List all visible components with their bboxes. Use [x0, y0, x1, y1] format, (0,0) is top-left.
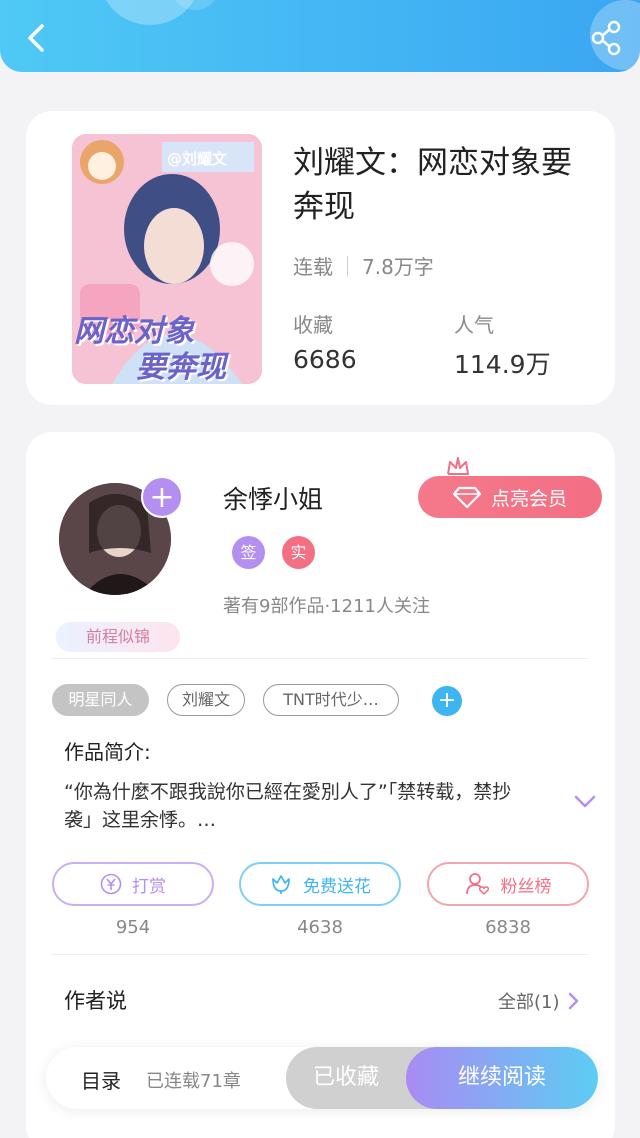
- verified-badge: 实: [282, 536, 315, 569]
- cover-title-line2: 要奔现: [136, 350, 226, 384]
- character-tag[interactable]: 刘耀文: [167, 684, 245, 716]
- popularity-value: 114.9万: [454, 350, 551, 379]
- author-name[interactable]: 余悸小姐: [223, 480, 323, 516]
- fans-icon: [465, 873, 489, 896]
- fans-count: 6838: [485, 917, 531, 938]
- flower-count: 4638: [297, 917, 343, 938]
- intro-label: 作品简介:: [64, 740, 151, 764]
- genre-tag[interactable]: 明星同人: [52, 684, 149, 716]
- fans-rank-label: 粉丝榜: [500, 876, 552, 897]
- send-flower-label: 免费送花: [303, 876, 371, 897]
- vip-button-label: 点亮会员: [490, 487, 567, 510]
- chapter-count: 已连载71章: [146, 1071, 241, 1092]
- diamond-icon: [452, 486, 481, 508]
- reward-label: 打赏: [132, 876, 166, 897]
- collected-label: 已收藏: [312, 1065, 379, 1090]
- share-button[interactable]: [590, 20, 622, 56]
- author-stats: 著有9部作品·1211人关注: [223, 596, 430, 617]
- add-tag-button[interactable]: +: [432, 686, 462, 716]
- chevron-down-icon[interactable]: [573, 794, 597, 810]
- author-card: + 余悸小姐 签 实 著有9部作品·1211人关注 点亮会员 前程似锦 明星同人…: [26, 432, 615, 1138]
- collect-value: 6686: [293, 345, 357, 374]
- author-says-all-label: 全部(1): [498, 992, 560, 1013]
- book-meta: 连载 7.8万字: [293, 251, 434, 280]
- honor-tag: 前程似锦: [56, 622, 180, 652]
- toc-button[interactable]: 目录: [81, 1065, 121, 1094]
- reward-count: 954: [115, 917, 151, 938]
- send-flower-button[interactable]: 免费送花: [239, 862, 401, 906]
- flower-icon: [272, 875, 290, 894]
- word-count: 7.8万字: [362, 255, 434, 279]
- popularity-label: 人气: [454, 313, 494, 337]
- cover-watermark: @刘耀文: [167, 150, 228, 168]
- fans-rank-button[interactable]: 粉丝榜: [427, 862, 589, 906]
- collect-label: 收藏: [293, 313, 333, 337]
- reward-button[interactable]: 打赏: [52, 862, 214, 906]
- signed-badge: 签: [232, 536, 265, 569]
- yuan-icon: [100, 873, 122, 895]
- back-button[interactable]: [18, 20, 54, 56]
- chevron-left-icon: [28, 24, 44, 52]
- bottom-action-bar: 目录 已连载71章 已收藏 继续阅读: [46, 1047, 598, 1109]
- author-says-title: 作者说: [64, 989, 127, 1013]
- serial-status: 连载: [293, 255, 333, 279]
- crown-icon: [447, 457, 469, 475]
- chevron-right-icon: [568, 992, 578, 1010]
- intro-text: “你為什麼不跟我說你已經在愛別人了”「禁转载，禁抄袭」这里余悸。…: [64, 781, 512, 831]
- divider: [52, 954, 589, 955]
- follow-author-button[interactable]: +: [141, 476, 183, 518]
- continue-reading-button[interactable]: 继续阅读: [406, 1047, 598, 1109]
- author-says-all-link[interactable]: 全部(1): [498, 988, 580, 1014]
- book-title: 刘耀文：网恋对象要奔现: [293, 145, 572, 225]
- top-header: [0, 0, 640, 72]
- divider: [52, 658, 589, 659]
- meta-divider: [347, 255, 348, 276]
- share-icon: [591, 20, 621, 56]
- vip-button[interactable]: 点亮会员: [418, 476, 602, 518]
- book-cover[interactable]: @刘耀文 网恋对象 要奔现: [72, 134, 262, 384]
- book-info-card: @刘耀文 网恋对象 要奔现 刘耀文：网恋对象要奔现 连载 7.8万字 收藏 66…: [26, 111, 615, 405]
- group-tag[interactable]: TNT时代少…: [263, 684, 399, 716]
